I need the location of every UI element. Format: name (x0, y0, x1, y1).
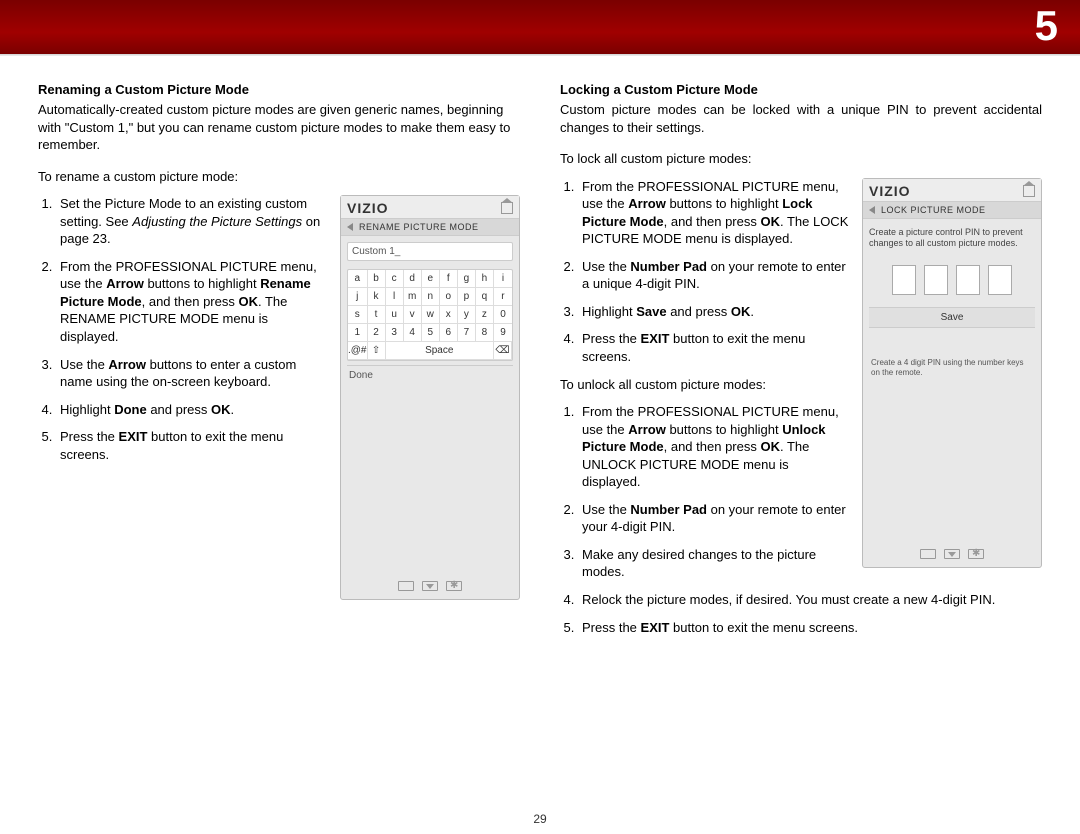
key: f (440, 270, 458, 288)
key: u (386, 306, 404, 324)
panel-subheader: LOCK PICTURE MODE (863, 202, 1041, 219)
pin-description: Create a picture control PIN to prevent … (869, 225, 1035, 260)
chevron-down-icon (944, 549, 960, 559)
key: k (368, 288, 386, 306)
brand-label: VIZIO (869, 183, 911, 199)
key: t (368, 306, 386, 324)
pin-box (956, 265, 980, 295)
panel-title: LOCK PICTURE MODE (881, 205, 986, 215)
key: 0 (494, 306, 512, 324)
key: q (476, 288, 494, 306)
right-column: Locking a Custom Picture Mode Custom pic… (560, 82, 1042, 646)
key: s (348, 306, 368, 324)
key: e (422, 270, 440, 288)
brand-label: VIZIO (347, 200, 389, 216)
key: m (404, 288, 422, 306)
back-icon (869, 206, 875, 214)
rename-panel: VIZIO RENAME PICTURE MODE Custom 1_ a b … (340, 195, 520, 600)
list-item: Press the EXIT button to exit the menu s… (578, 619, 1042, 637)
key: p (458, 288, 476, 306)
home-icon (501, 202, 513, 214)
pin-box (892, 265, 916, 295)
key: 2 (368, 324, 386, 342)
key: 7 (458, 324, 476, 342)
key: c (386, 270, 404, 288)
key: x (440, 306, 458, 324)
back-icon (347, 223, 353, 231)
key: r (494, 288, 512, 306)
key: y (458, 306, 476, 324)
left-lead: To rename a custom picture mode: (38, 168, 520, 186)
wide-icon (398, 581, 414, 591)
key: l (386, 288, 404, 306)
panel-title: RENAME PICTURE MODE (359, 222, 479, 232)
key: g (458, 270, 476, 288)
right-heading: Locking a Custom Picture Mode (560, 82, 1042, 97)
wide-icon (920, 549, 936, 559)
done-row: Done (347, 365, 513, 383)
panel-body: Custom 1_ a b c d e f g h i j k l m n o (341, 236, 519, 389)
list-item: Relock the picture modes, if desired. Yo… (578, 591, 1042, 609)
gear-icon (446, 581, 462, 591)
left-column: Renaming a Custom Picture Mode Automatic… (38, 82, 520, 646)
key: 9 (494, 324, 512, 342)
panel-body: Create a picture control PIN to prevent … (863, 219, 1041, 384)
key-backspace: ⌫ (494, 342, 512, 360)
key: 6 (440, 324, 458, 342)
header-band: 5 (0, 0, 1080, 54)
pin-note: Create a 4 digit PIN using the number ke… (869, 328, 1035, 377)
key: v (404, 306, 422, 324)
panel-header: VIZIO (341, 196, 519, 219)
lock-panel: VIZIO LOCK PICTURE MODE Create a picture… (862, 178, 1042, 568)
key: d (404, 270, 422, 288)
save-row: Save (869, 307, 1035, 328)
key: o (440, 288, 458, 306)
right-lead-lock: To lock all custom picture modes: (560, 150, 1042, 168)
left-intro: Automatically-created custom picture mod… (38, 101, 520, 154)
key: a (348, 270, 368, 288)
key: 5 (422, 324, 440, 342)
pin-boxes (869, 265, 1035, 295)
chevron-down-icon (422, 581, 438, 591)
key: 8 (476, 324, 494, 342)
page-body: Renaming a Custom Picture Mode Automatic… (0, 56, 1080, 646)
key-sym: .@# (348, 342, 368, 360)
key: i (494, 270, 512, 288)
onscreen-keyboard: a b c d e f g h i j k l m n o p q (347, 269, 513, 361)
key: z (476, 306, 494, 324)
key: 3 (386, 324, 404, 342)
key: 1 (348, 324, 368, 342)
gear-icon (968, 549, 984, 559)
page-number: 29 (0, 812, 1080, 826)
key-shift: ⇧ (368, 342, 386, 360)
key: w (422, 306, 440, 324)
panel-footer-icons (863, 549, 1041, 559)
key: 4 (404, 324, 422, 342)
key: b (368, 270, 386, 288)
key-space: Space (386, 342, 494, 360)
rename-field: Custom 1_ (347, 242, 513, 261)
key: n (422, 288, 440, 306)
panel-header: VIZIO (863, 179, 1041, 202)
panel-subheader: RENAME PICTURE MODE (341, 219, 519, 236)
left-heading: Renaming a Custom Picture Mode (38, 82, 520, 97)
right-intro: Custom picture modes can be locked with … (560, 101, 1042, 136)
panel-footer-icons (341, 581, 519, 591)
chapter-number: 5 (1035, 2, 1058, 50)
key: h (476, 270, 494, 288)
key: j (348, 288, 368, 306)
pin-box (988, 265, 1012, 295)
pin-box (924, 265, 948, 295)
home-icon (1023, 185, 1035, 197)
